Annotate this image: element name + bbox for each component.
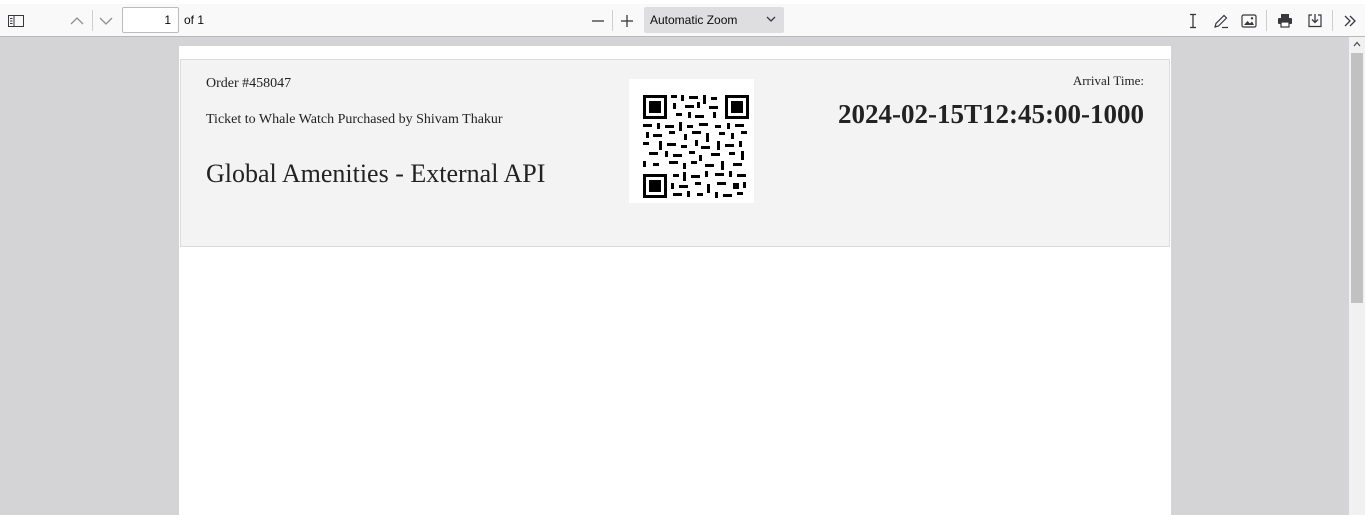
- tools-menu-button[interactable]: [1339, 7, 1361, 34]
- pen-icon: [1214, 14, 1228, 28]
- ticket-description: Ticket to Whale Watch Purchased by Shiva…: [206, 112, 503, 127]
- text-select-tool-button[interactable]: [1183, 7, 1203, 34]
- toolbar-separator: [1266, 10, 1267, 31]
- draw-tool-button[interactable]: [1210, 7, 1232, 34]
- zoom-in-icon: [621, 14, 633, 27]
- company-name: Global Amenities - External API: [206, 159, 546, 188]
- scroll-up-arrow-icon[interactable]: [1353, 41, 1361, 47]
- zoom-select-label: Automatic Zoom: [650, 13, 738, 27]
- print-button[interactable]: [1274, 7, 1296, 34]
- next-page-button[interactable]: [95, 7, 117, 34]
- text-cursor-icon: [1190, 13, 1196, 28]
- pdf-page: Order #458047 Ticket to Whale Watch Purc…: [179, 46, 1171, 515]
- printer-icon: [1278, 14, 1292, 28]
- toolbar-separator: [612, 10, 613, 31]
- add-image-button[interactable]: [1238, 7, 1260, 34]
- ticket-header: Order #458047 Ticket to Whale Watch Purc…: [180, 59, 1170, 247]
- scrollbar-thumb[interactable]: [1351, 53, 1363, 303]
- order-number: Order #458047: [206, 76, 292, 91]
- image-icon: [1241, 13, 1257, 28]
- page-up-icon: [70, 16, 84, 24]
- zoom-select[interactable]: Automatic Zoom: [644, 7, 784, 33]
- page-down-icon: [99, 17, 113, 25]
- toolbar-separator: [92, 10, 93, 31]
- save-button[interactable]: [1304, 7, 1326, 34]
- document-viewer[interactable]: Order #458047 Ticket to Whale Watch Purc…: [0, 37, 1349, 515]
- zoom-in-button[interactable]: [617, 7, 637, 34]
- toolbar-separator: [1332, 10, 1333, 31]
- zoom-out-button[interactable]: [588, 7, 608, 34]
- previous-page-button[interactable]: [66, 7, 88, 34]
- chevron-down-icon: [766, 16, 776, 22]
- page-number-input[interactable]: [122, 7, 179, 33]
- sidebar-toggle-button[interactable]: [4, 7, 28, 34]
- sidebar-toggle-icon: [8, 14, 24, 27]
- save-icon: [1308, 14, 1322, 28]
- qr-code-image: [629, 79, 754, 203]
- pdf-toolbar: of 1 Automatic Zoom: [0, 4, 1365, 37]
- page-count-label: of 1: [184, 13, 205, 27]
- double-chevron-right-icon: [1344, 15, 1356, 26]
- vertical-scrollbar[interactable]: [1349, 37, 1365, 515]
- arrival-time-label: Arrival Time:: [1072, 73, 1144, 88]
- zoom-out-icon: [592, 19, 604, 22]
- arrival-time-value: 2024-02-15T12:45:00-1000: [838, 99, 1144, 129]
